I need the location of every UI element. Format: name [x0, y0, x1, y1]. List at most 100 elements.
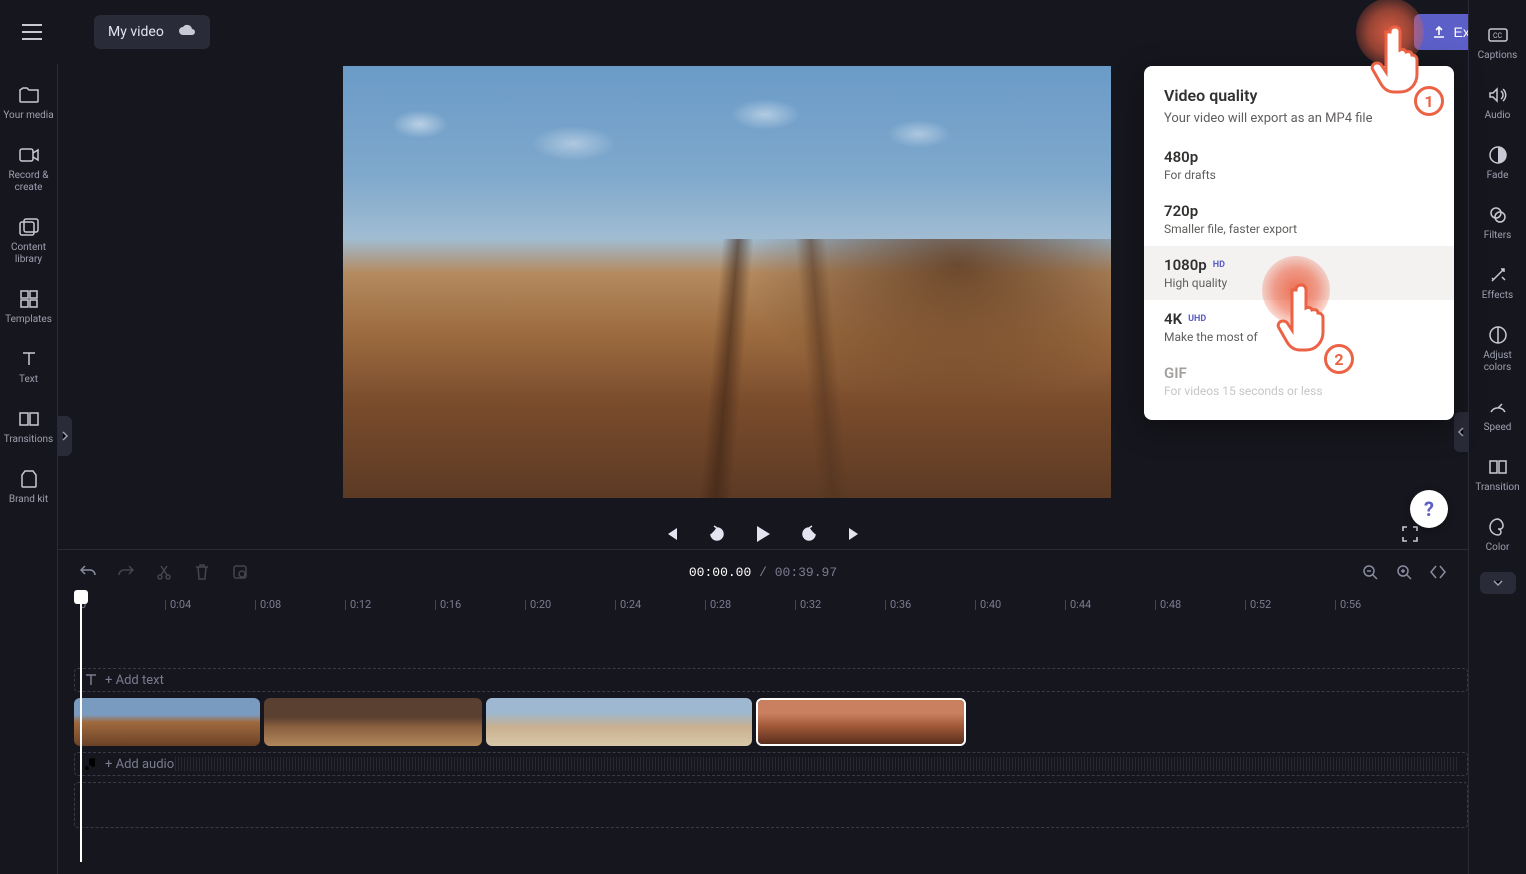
tick: 0:36	[890, 598, 911, 611]
sidebar-item-your-media[interactable]: Your media	[0, 76, 58, 130]
transition-icon	[1487, 456, 1509, 478]
tick: 0:24	[620, 598, 641, 611]
tick: 0:12	[350, 598, 371, 611]
fade-icon	[1487, 144, 1509, 166]
current-time: 00:00.00	[689, 565, 751, 580]
quality-option-720p[interactable]: 720p Smaller file, faster export	[1144, 192, 1454, 246]
tick: 0:40	[980, 598, 1001, 611]
sidebar-item-brand-kit[interactable]: Brand kit	[0, 460, 58, 514]
sidebar-item-label: Your media	[3, 110, 53, 122]
sidebar-item-label: Text	[19, 374, 38, 386]
sidebar-item-transition[interactable]: Transition	[1469, 448, 1526, 502]
filters-icon	[1487, 204, 1509, 226]
skip-end-button[interactable]	[843, 522, 867, 546]
playhead[interactable]	[74, 590, 88, 604]
video-preview-canvas[interactable]	[343, 66, 1111, 498]
templates-icon	[18, 288, 40, 310]
music-icon	[85, 758, 97, 770]
effects-icon	[1487, 264, 1509, 286]
sidebar-item-fade[interactable]: Fade	[1469, 136, 1526, 190]
sidebar-item-label: Speed	[1484, 422, 1512, 434]
tick: 0:48	[1160, 598, 1181, 611]
sidebar-item-audio[interactable]: Audio	[1469, 76, 1526, 130]
zoom-controls	[1360, 562, 1448, 582]
audio-icon	[1487, 84, 1509, 106]
right-sidebar: CC Captions Audio Fade Filters Effects A…	[1468, 0, 1526, 874]
tick: 0:16	[440, 598, 461, 611]
forward-button[interactable]: 5	[797, 522, 821, 546]
zoom-fit-button[interactable]	[1428, 562, 1448, 582]
record-icon	[18, 144, 40, 166]
export-popup-title: Video quality	[1144, 86, 1454, 111]
sidebar-item-adjust-colors[interactable]: Adjust colors	[1469, 316, 1526, 382]
tick: 0:04	[170, 598, 191, 611]
video-clip-1[interactable]	[74, 698, 260, 746]
left-sidebar: Your media Record & create Content libra…	[0, 64, 58, 874]
sidebar-item-captions[interactable]: CC Captions	[1469, 16, 1526, 70]
sidebar-item-label: Content library	[0, 242, 58, 266]
sidebar-item-speed[interactable]: Speed	[1469, 388, 1526, 442]
video-title-chip[interactable]: My video	[94, 15, 210, 49]
sidebar-item-label: Brand kit	[9, 494, 48, 506]
sidebar-item-label: Color	[1486, 542, 1510, 554]
play-button[interactable]	[751, 522, 775, 546]
video-title: My video	[108, 24, 164, 40]
brand-kit-icon	[18, 468, 40, 490]
tick: 0:56	[1340, 598, 1361, 611]
color-palette-icon	[1487, 516, 1509, 538]
sidebar-item-filters[interactable]: Filters	[1469, 196, 1526, 250]
text-icon	[85, 674, 97, 686]
sidebar-item-transitions[interactable]: Transitions	[0, 400, 58, 454]
add-text-track[interactable]: + Add text	[74, 668, 1468, 692]
add-text-label: + Add text	[105, 673, 164, 688]
video-clip-3[interactable]	[486, 698, 752, 746]
svg-text:CC: CC	[1493, 32, 1503, 40]
zoom-in-button[interactable]	[1394, 562, 1414, 582]
tick: 0:52	[1250, 598, 1271, 611]
transitions-icon	[18, 408, 40, 430]
tick: 0:08	[260, 598, 281, 611]
sidebar-item-label: Captions	[1478, 50, 1518, 62]
sidebar-item-label: Adjust colors	[1469, 350, 1526, 374]
undo-button[interactable]	[78, 562, 98, 582]
quality-option-480p[interactable]: 480p For drafts	[1144, 138, 1454, 192]
right-sidebar-more-button[interactable]	[1480, 572, 1516, 594]
adjust-icon	[1487, 324, 1509, 346]
video-clip-4-selected[interactable]	[756, 698, 966, 746]
quality-option-gif[interactable]: GIF For videos 15 seconds or less	[1144, 354, 1454, 408]
help-icon: ?	[1424, 497, 1434, 521]
sidebar-item-effects[interactable]: Effects	[1469, 256, 1526, 310]
tick: 0:20	[530, 598, 551, 611]
video-clip-track	[74, 698, 1468, 746]
playback-controls: 5 5	[58, 514, 1468, 554]
redo-button[interactable]	[116, 562, 136, 582]
speed-icon	[1487, 396, 1509, 418]
main-menu-button[interactable]	[14, 14, 50, 50]
delete-button[interactable]	[192, 562, 212, 582]
skip-start-button[interactable]	[659, 522, 683, 546]
sidebar-item-label: Effects	[1482, 290, 1513, 302]
help-button[interactable]: ?	[1410, 490, 1448, 528]
sidebar-item-label: Fade	[1487, 170, 1509, 182]
timecode-display: 00:00.00 / 00:39.97	[689, 565, 837, 580]
quality-option-1080p[interactable]: 1080pHD High quality	[1144, 246, 1454, 300]
sidebar-item-color[interactable]: Color	[1469, 508, 1526, 562]
split-button[interactable]	[154, 562, 174, 582]
crop-button[interactable]	[230, 562, 250, 582]
add-audio-label: + Add audio	[105, 757, 174, 772]
cloud-sync-icon	[178, 23, 196, 41]
timeline-tracks: + Add text + Add audio	[74, 632, 1468, 828]
empty-track[interactable]	[74, 632, 1468, 662]
video-clip-2[interactable]	[264, 698, 482, 746]
add-audio-track[interactable]: + Add audio	[74, 752, 1468, 776]
empty-track[interactable]	[74, 782, 1468, 828]
rewind-button[interactable]: 5	[705, 522, 729, 546]
quality-option-4k[interactable]: 4KUHD Make the most of	[1144, 300, 1454, 354]
zoom-out-button[interactable]	[1360, 562, 1380, 582]
timeline-ruler[interactable]: 0 0:04 0:08 0:12 0:16 0:20 0:24 0:28 0:3…	[74, 594, 1468, 624]
sidebar-item-text[interactable]: Text	[0, 340, 58, 394]
timeline-toolbar: 00:00.00 / 00:39.97	[58, 550, 1468, 594]
sidebar-item-content-library[interactable]: Content library	[0, 208, 58, 274]
sidebar-item-record-create[interactable]: Record & create	[0, 136, 58, 202]
sidebar-item-templates[interactable]: Templates	[0, 280, 58, 334]
